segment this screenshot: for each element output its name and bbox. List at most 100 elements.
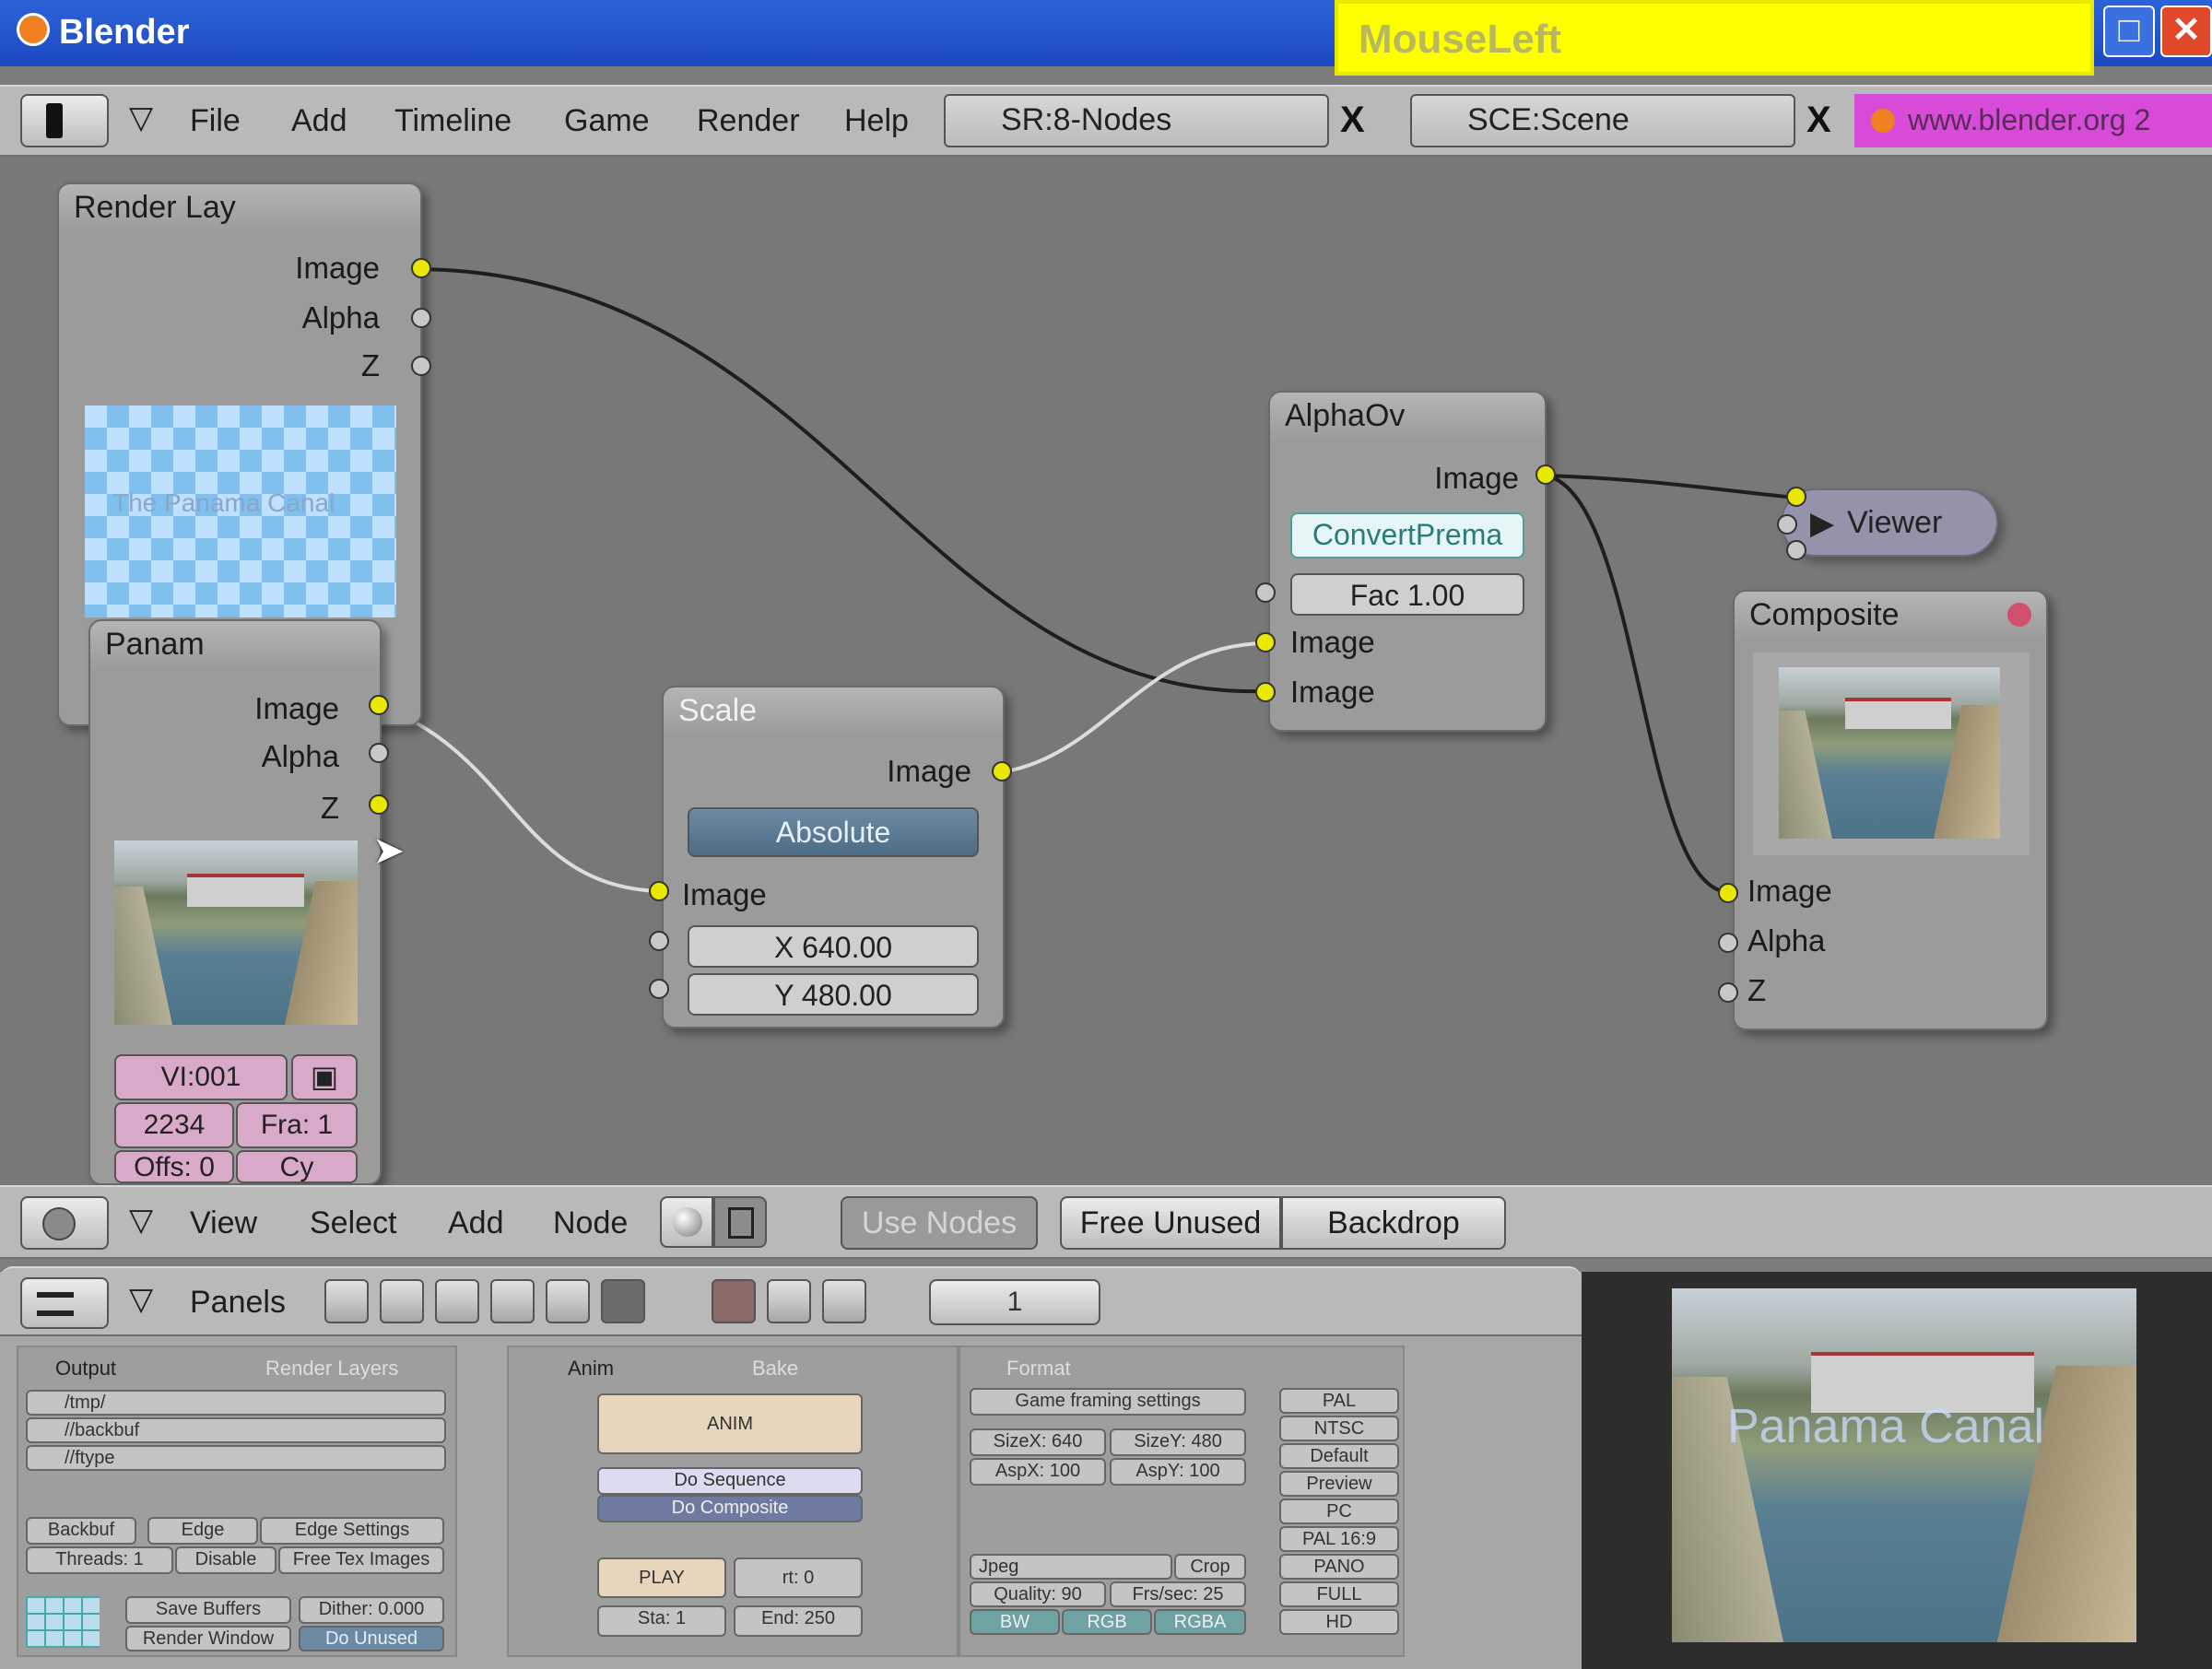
backbuf-path-field[interactable]: //backbuf <box>26 1417 446 1443</box>
composite-nodes-toggle[interactable] <box>713 1196 767 1248</box>
socket-render-alpha[interactable] <box>411 308 431 328</box>
aspect-x-field[interactable]: AspX: 100 <box>970 1458 1106 1486</box>
object-icon[interactable] <box>490 1279 535 1323</box>
socket-alphaover-output[interactable] <box>1535 464 1556 485</box>
rgb-toggle[interactable]: RGB <box>1062 1609 1152 1635</box>
shader-nodes-toggle[interactable] <box>660 1196 713 1248</box>
size-y-field[interactable]: SizeY: 480 <box>1110 1428 1246 1456</box>
do-sequence-toggle[interactable]: Do Sequence <box>597 1467 863 1495</box>
node-header[interactable]: AlphaOv <box>1270 393 1545 439</box>
free-tex-images-toggle[interactable]: Free Tex Images <box>278 1546 444 1574</box>
image-browse-icon[interactable]: ▣ <box>291 1054 358 1100</box>
preset-default[interactable]: Default <box>1279 1443 1399 1469</box>
socket-panam-alpha[interactable] <box>369 743 389 763</box>
cyclic-toggle[interactable]: Cy <box>236 1150 358 1183</box>
preset-preview[interactable]: Preview <box>1279 1471 1399 1497</box>
edge-settings-button[interactable]: Edge Settings <box>260 1517 444 1545</box>
socket-viewer-alpha[interactable] <box>1777 514 1797 535</box>
scale-node[interactable]: Scale Image Absolute Image X 640.00 Y 48… <box>662 686 1005 1028</box>
composite-node[interactable]: Composite Image Alpha Z <box>1733 590 2048 1030</box>
image-node-panam[interactable]: Panam Image Alpha Z VI:001 ▣ 2234 Fra: 1… <box>88 619 382 1185</box>
tab-render-layers[interactable]: Render Layers <box>265 1357 398 1381</box>
rgba-toggle[interactable]: RGBA <box>1154 1609 1246 1635</box>
node-header[interactable]: Render Lay <box>59 184 420 230</box>
fac-field[interactable]: Fac 1.00 <box>1290 573 1524 616</box>
render-window-menu[interactable]: Render Window <box>125 1626 291 1651</box>
menu-select[interactable]: Select <box>310 1205 397 1241</box>
preset-full[interactable]: FULL <box>1279 1581 1399 1607</box>
socket-alphaover-image-2[interactable] <box>1255 682 1276 702</box>
frame-field[interactable]: 1 <box>929 1279 1100 1325</box>
play-button[interactable]: PLAY <box>597 1557 726 1598</box>
scale-y-field[interactable]: Y 480.00 <box>688 973 979 1016</box>
crop-toggle[interactable]: Crop <box>1174 1554 1246 1580</box>
socket-scale-x[interactable] <box>649 931 669 951</box>
end-frame-field[interactable]: End: 250 <box>734 1605 863 1637</box>
editing-icon[interactable] <box>546 1279 590 1323</box>
dither-field[interactable]: Dither: 0.000 <box>299 1596 444 1624</box>
aspect-y-field[interactable]: AspY: 100 <box>1110 1458 1246 1486</box>
preset-hd[interactable]: HD <box>1279 1609 1399 1635</box>
preset-pc[interactable]: PC <box>1279 1499 1399 1524</box>
output-path-field[interactable]: /tmp/ <box>26 1390 446 1416</box>
socket-render-z[interactable] <box>411 356 431 376</box>
tab-bake[interactable]: Bake <box>752 1357 798 1381</box>
socket-composite-image[interactable] <box>1718 883 1738 903</box>
socket-composite-z[interactable] <box>1718 982 1738 1003</box>
shading-icon[interactable] <box>435 1279 479 1323</box>
node-header[interactable]: Scale <box>664 688 1003 734</box>
collapse-menu-icon[interactable]: ▽ <box>129 1202 153 1239</box>
anim-button[interactable]: ANIM <box>597 1393 863 1454</box>
socket-scale-output[interactable] <box>992 761 1012 782</box>
scale-x-field[interactable]: X 640.00 <box>688 925 979 968</box>
backdrop-toggle[interactable]: Backdrop <box>1281 1196 1506 1250</box>
tab-format[interactable]: Format <box>1006 1357 1071 1381</box>
socket-alphaover-image-1[interactable] <box>1255 632 1276 652</box>
menu-add[interactable]: Add <box>448 1205 504 1241</box>
collapse-menu-icon[interactable]: ▽ <box>129 1281 153 1318</box>
fra-field[interactable]: Fra: 1 <box>236 1102 358 1148</box>
tab-anim[interactable]: Anim <box>568 1357 614 1381</box>
offs-field[interactable]: Offs: 0 <box>114 1150 234 1183</box>
socket-composite-alpha[interactable] <box>1718 933 1738 953</box>
do-composite-toggle[interactable]: Do Composite <box>597 1495 863 1522</box>
tab-output[interactable]: Output <box>55 1357 116 1381</box>
socket-scale-input[interactable] <box>649 881 669 901</box>
scale-mode-button[interactable]: Absolute <box>688 807 979 857</box>
scene-icon[interactable] <box>601 1279 645 1323</box>
preset-ntsc[interactable]: NTSC <box>1279 1416 1399 1441</box>
use-nodes-toggle[interactable]: Use Nodes <box>841 1196 1038 1250</box>
script-icon[interactable] <box>380 1279 424 1323</box>
quality-field[interactable]: Quality: 90 <box>970 1581 1106 1607</box>
rt-field[interactable]: rt: 0 <box>734 1557 863 1598</box>
edge-toggle[interactable]: Edge <box>147 1517 258 1545</box>
viewer-node[interactable]: ▶ Viewer <box>1781 488 1998 557</box>
bw-toggle[interactable]: BW <box>970 1609 1060 1635</box>
start-frame-field[interactable]: Sta: 1 <box>597 1605 726 1637</box>
socket-panam-image[interactable] <box>369 695 389 715</box>
ftype-path-field[interactable]: //ftype <box>26 1445 446 1471</box>
do-unused-toggle[interactable]: Do Unused <box>299 1626 444 1651</box>
preset-pano[interactable]: PANO <box>1279 1554 1399 1580</box>
render-icon[interactable] <box>712 1279 756 1323</box>
node-header[interactable]: Composite <box>1735 592 2046 638</box>
render-grid-icon[interactable] <box>26 1596 100 1648</box>
node-header[interactable]: Panam <box>90 621 380 667</box>
size-x-field[interactable]: SizeX: 640 <box>970 1428 1106 1456</box>
save-buffers-toggle[interactable]: Save Buffers <box>125 1596 291 1624</box>
socket-viewer-z[interactable] <box>1786 540 1806 560</box>
sound-icon[interactable] <box>822 1279 866 1323</box>
frames-field[interactable]: 2234 <box>114 1102 234 1148</box>
convert-premul-toggle[interactable]: ConvertPrema <box>1290 512 1524 558</box>
preset-pal[interactable]: PAL <box>1279 1388 1399 1414</box>
menu-view[interactable]: View <box>190 1205 257 1241</box>
image-file-field[interactable]: VI:001 <box>114 1054 288 1100</box>
game-framing-button[interactable]: Game framing settings <box>970 1388 1246 1416</box>
socket-alphaover-fac[interactable] <box>1255 582 1276 603</box>
backbuf-toggle[interactable]: Backbuf <box>26 1517 136 1545</box>
alpha-over-node[interactable]: AlphaOv Image ConvertPrema Fac 1.00 Imag… <box>1268 391 1547 732</box>
threads-field[interactable]: Threads: 1 <box>26 1546 173 1574</box>
editor-type-button[interactable] <box>20 1277 109 1329</box>
free-unused-button[interactable]: Free Unused <box>1060 1196 1281 1250</box>
fps-field[interactable]: Frs/sec: 25 <box>1110 1581 1246 1607</box>
